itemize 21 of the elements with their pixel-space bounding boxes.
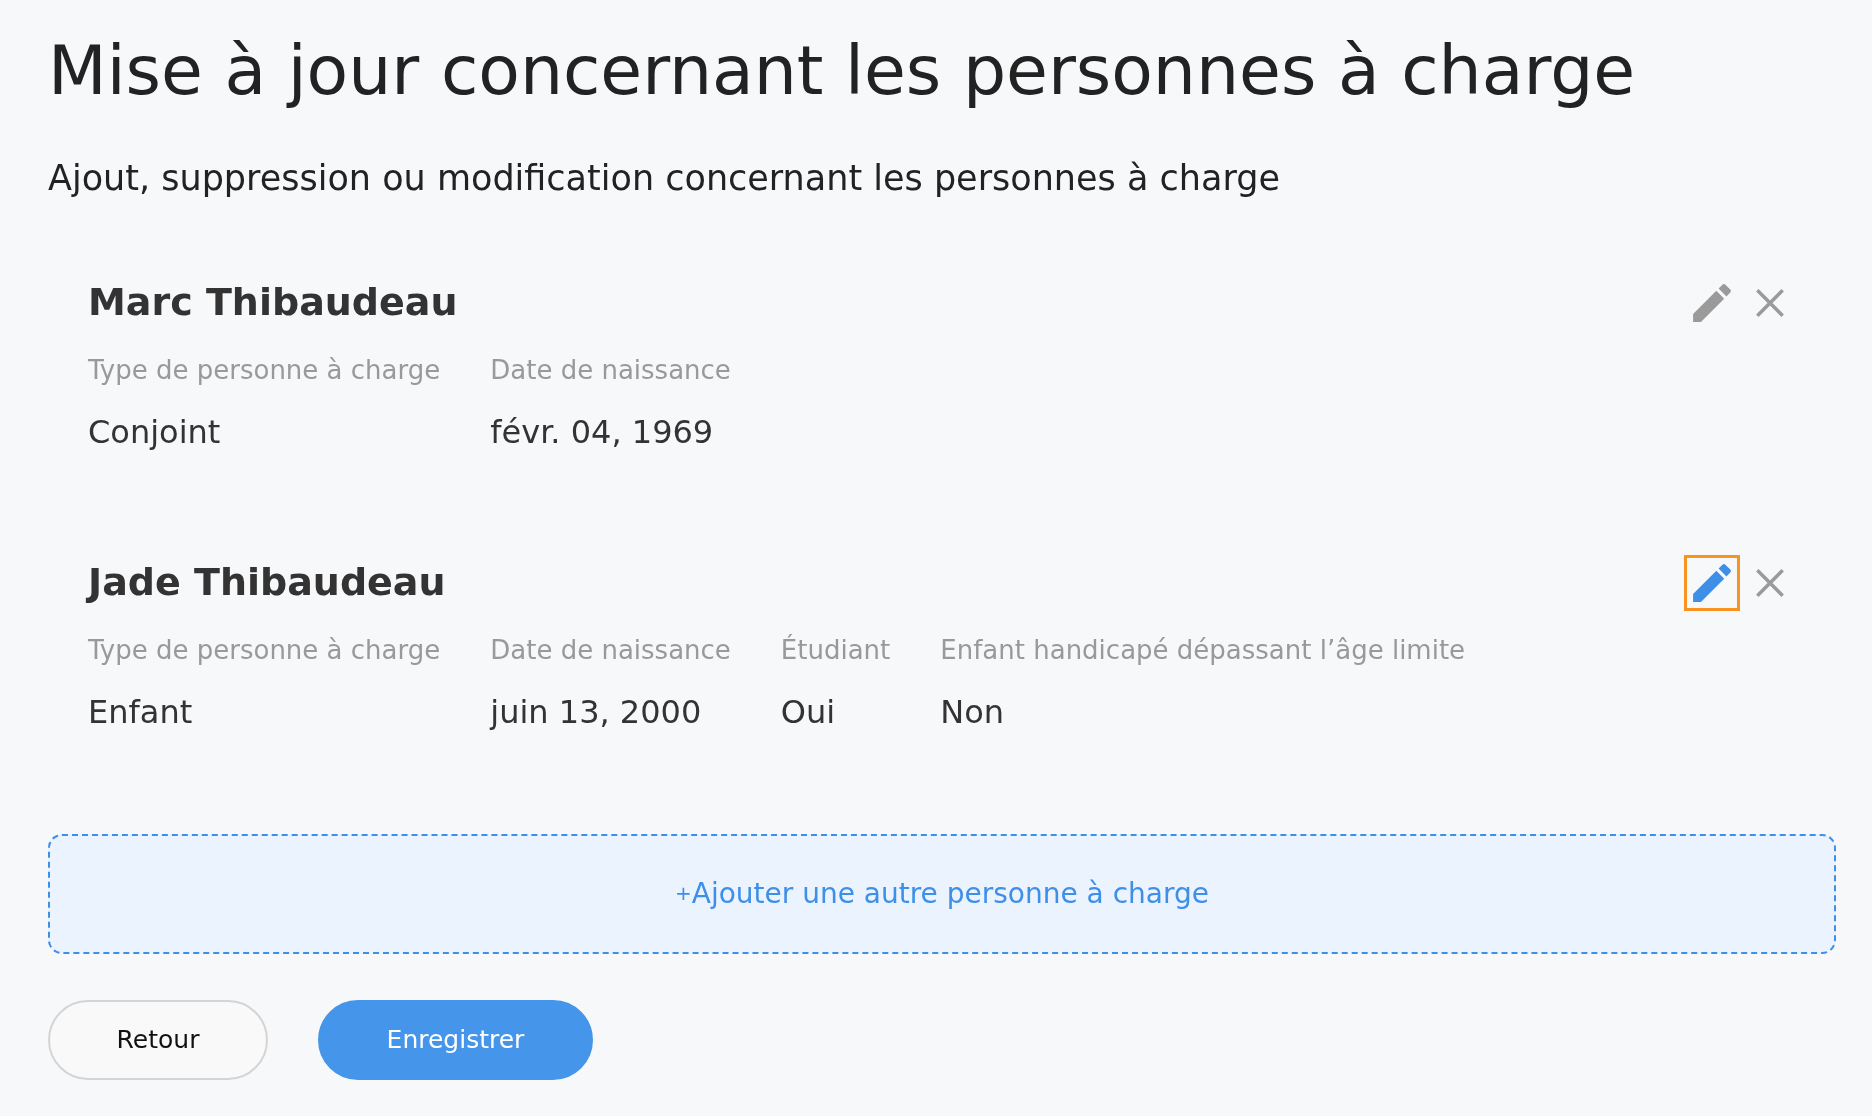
field-label: Date de naissance bbox=[490, 354, 731, 388]
pencil-icon bbox=[1691, 561, 1733, 604]
page-subtitle: Ajout, suppression ou modification concernant les personnes à charge bbox=[48, 156, 1281, 200]
field-label: Date de naissance bbox=[490, 634, 731, 668]
edit-button[interactable] bbox=[1684, 554, 1740, 611]
field-value: juin 13, 2000 bbox=[490, 692, 703, 734]
field-label: Type de personne à charge bbox=[88, 634, 441, 668]
field-value: Conjoint bbox=[88, 412, 222, 454]
page-title: Mise à jour concernant les personnes à charge bbox=[48, 30, 1637, 112]
field-label: Enfant handicapé dépassant l’âge limite bbox=[940, 634, 1466, 668]
pencil-icon bbox=[1691, 281, 1733, 324]
field-value: Oui bbox=[780, 692, 837, 734]
save-button[interactable]: Enregistrer bbox=[318, 1000, 593, 1081]
field-value: Enfant bbox=[88, 692, 194, 734]
field-value: févr. 04, 1969 bbox=[490, 412, 715, 454]
field-label: Type de personne à charge bbox=[88, 354, 441, 388]
back-button[interactable]: Retour bbox=[48, 1000, 268, 1081]
dependent-name: Jade Thibaudeau bbox=[88, 559, 446, 607]
field-label: Étudiant bbox=[780, 633, 891, 668]
dependent-name: Marc Thibaudeau bbox=[88, 279, 458, 327]
field-value: Non bbox=[940, 692, 1006, 734]
